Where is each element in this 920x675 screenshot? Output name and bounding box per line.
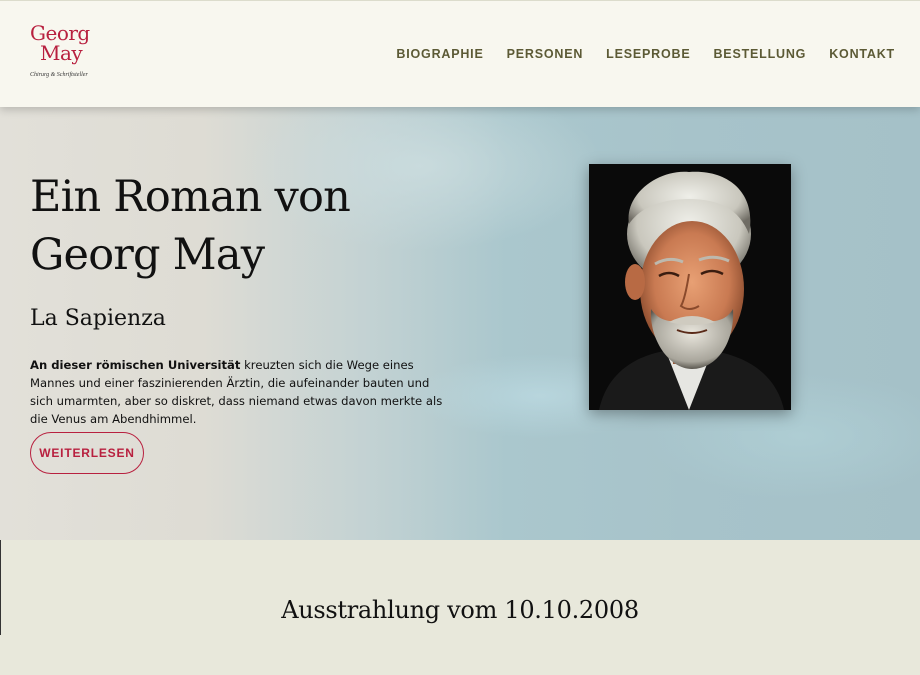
author-portrait <box>589 164 791 410</box>
nav-item-bestellung[interactable]: BESTELLUNG <box>713 47 806 61</box>
nav-item-biographie[interactable]: BIOGRAPHIE <box>396 47 483 61</box>
author-portrait-image <box>589 164 791 410</box>
hero-description-bold: An dieser römischen Universität <box>30 358 241 372</box>
logo-name-last: May <box>40 41 83 65</box>
nav-item-leseprobe[interactable]: LESEPROBE <box>606 47 690 61</box>
site-header: Georg May Chirurg & Schriftsteller BIOGR… <box>0 0 920 107</box>
site-logo[interactable]: Georg May Chirurg & Schriftsteller <box>30 23 110 78</box>
main-nav: BIOGRAPHIE PERSONEN LESEPROBE BESTELLUNG… <box>396 47 895 61</box>
logo-tagline: Chirurg & Schriftsteller <box>30 72 88 78</box>
hero-subtitle: La Sapienza <box>30 306 166 331</box>
hero-description: An dieser römischen Universität kreuzten… <box>30 356 445 428</box>
nav-item-personen[interactable]: PERSONEN <box>507 47 584 61</box>
logo-name-first: Georg <box>30 21 90 45</box>
section-title: Ausstrahlung vom 10.10.2008 <box>281 596 639 624</box>
page-edge-divider <box>0 540 1 635</box>
nav-item-kontakt[interactable]: KONTAKT <box>829 47 895 61</box>
broadcast-section: Ausstrahlung vom 10.10.2008 <box>0 540 920 675</box>
hero-section: Ein Roman von Georg May La Sapienza An d… <box>0 106 920 540</box>
hero-title: Ein Roman von Georg May <box>30 172 351 280</box>
read-more-button[interactable]: WEITERLESEN <box>30 432 144 474</box>
